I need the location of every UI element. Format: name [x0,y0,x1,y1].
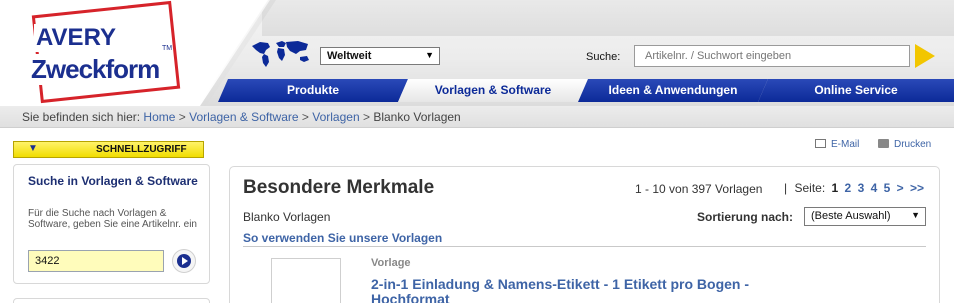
page-link-3[interactable]: 3 [858,181,865,195]
template-search-go-button[interactable] [172,249,196,273]
page-link-4[interactable]: 4 [871,181,878,195]
page-title: Besondere Merkmale [243,177,435,198]
page-link-5[interactable]: 5 [884,181,891,195]
results-subtitle: Blanko Vorlagen [243,210,331,224]
pagination-divider: | [784,181,788,195]
nav-tab-produkte[interactable]: Produkte [218,79,408,102]
nav-tab-label: Produkte [286,83,339,97]
email-label: E-Mail [831,139,860,150]
result-item-category: Vorlage [371,257,411,269]
breadcrumb: Sie befinden sich hier: Home > Vorlagen … [22,110,461,124]
breadcrumb-separator: > [301,110,309,124]
breadcrumb-separator: > [178,110,186,124]
email-link[interactable]: E-Mail [815,139,859,150]
nav-tab-vorlagen-software[interactable]: Vorlagen & Software [398,79,588,102]
logo-text-avery: AVERY [34,24,119,52]
usage-help-link[interactable]: So verwenden Sie unsere Vorlagen [243,231,442,245]
chevron-down-icon: ▼ [911,210,920,220]
result-count: 1 - 10 von 397 Vorlagen [635,182,763,196]
print-link[interactable]: Drucken [878,139,931,150]
template-search-title: Suche in Vorlagen & Software [28,174,198,188]
template-search-input[interactable] [28,250,164,272]
sort-select-value: (Beste Auswahl) [811,210,891,222]
nav-tab-label: Vorlagen & Software [434,83,552,97]
breadcrumb-link-vorlagen[interactable]: Vorlagen [312,110,359,124]
breadcrumb-current: Blanko Vorlagen [373,110,461,124]
main-navigation: Produkte Vorlagen & Software Ideen & Anw… [218,79,954,102]
sort-select[interactable]: (Beste Auswahl) ▼ [804,207,926,226]
page-link-2[interactable]: 2 [845,181,852,195]
divider [243,246,926,247]
site-header: AVERY TM Zweckform Weltweit ▼ Suche: Pro… [0,0,954,106]
template-search-description: Für die Suche nach Vorlagen & Software, … [28,208,197,230]
site-search-input[interactable] [634,45,910,67]
breadcrumb-link-home[interactable]: Home [143,110,175,124]
sort-label: Sortierung nach: [697,210,794,224]
nav-tab-label: Online Service [814,83,898,97]
logo-text-zweckform: Zweckform [30,54,160,85]
template-search-box: Suche in Vorlagen & Software Für die Suc… [13,164,210,284]
page-last[interactable]: >> [910,181,924,195]
avery-zweckform-logo[interactable]: AVERY TM Zweckform [22,0,192,104]
sidebar-box [13,298,210,303]
printer-icon [878,139,889,148]
triangle-down-icon: ▼ [28,143,38,154]
header-top-strip [262,0,954,36]
nav-tab-label: Ideen & Anwendungen [608,83,738,97]
logo-red-frame [31,0,181,104]
breadcrumb-link-vorlagen-software[interactable]: Vorlagen & Software [189,110,298,124]
template-thumbnail[interactable] [271,258,341,303]
envelope-icon [815,139,826,148]
triangle-right-icon[interactable] [915,44,935,68]
page-current: 1 [831,181,839,195]
pagination: | Seite: 1 2 3 4 5 > >> [780,181,924,195]
chevron-down-icon: ▼ [425,50,434,60]
quick-access-label: SCHNELLZUGRIFF [96,144,187,155]
region-select-value: Weltweit [327,50,372,62]
breadcrumb-prefix: Sie befinden sich hier: [22,110,141,124]
site-search-label: Suche: [586,51,621,63]
nav-tab-online-service[interactable]: Online Service [758,79,954,102]
page-next[interactable]: > [897,181,904,195]
breadcrumb-separator: > [362,110,370,124]
print-label: Drucken [894,139,932,150]
play-triangle-icon [182,257,188,265]
region-select[interactable]: Weltweit ▼ [320,47,440,65]
quick-access-button[interactable]: ▼ SCHNELLZUGRIFF [13,141,204,158]
result-item-title-link[interactable]: 2-in-1 Einladung & Namens-Etikett - 1 Et… [371,277,791,303]
pagination-label: Seite: [794,181,826,195]
logo-trademark: TM [162,45,173,52]
nav-tab-ideen-anwendungen[interactable]: Ideen & Anwendungen [578,79,768,102]
world-map-icon [252,41,309,67]
